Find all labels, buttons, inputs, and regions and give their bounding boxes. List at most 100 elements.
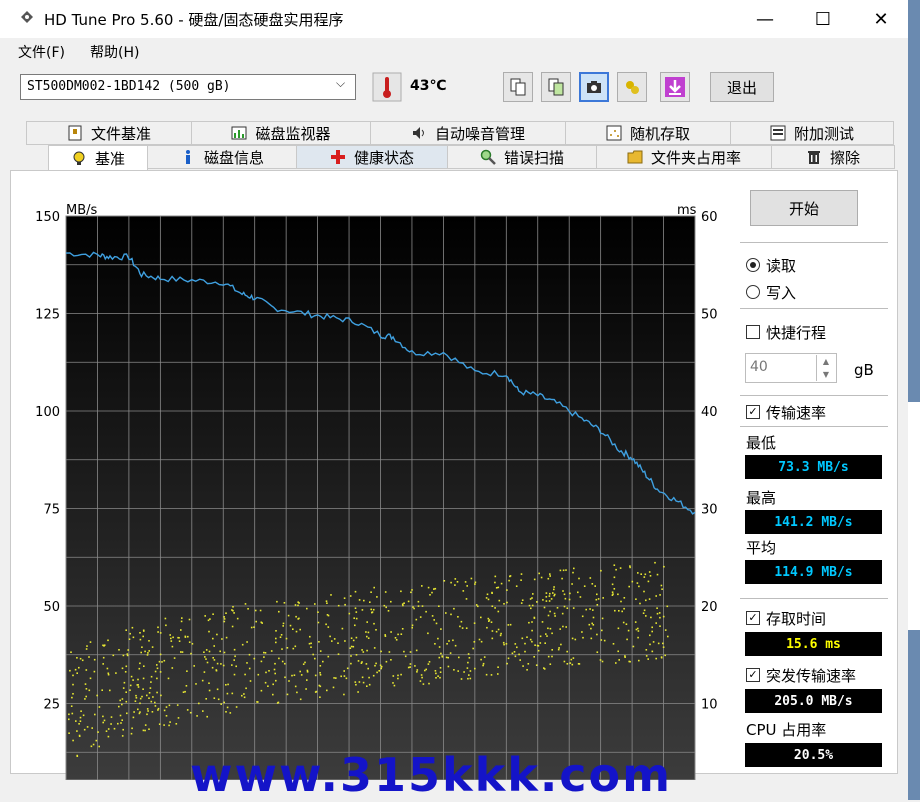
access-time-point	[121, 703, 123, 706]
access-time-point	[314, 674, 317, 677]
access-time-point	[643, 590, 645, 593]
minimize-button[interactable]: —	[736, 0, 794, 38]
access-time-point	[551, 632, 553, 635]
access-time-point	[83, 728, 86, 731]
access-time-point	[201, 679, 204, 682]
right-axis-ticks: 60 50 40 30 20 10	[701, 210, 718, 713]
access-time-point	[459, 625, 461, 628]
access-time-point	[602, 597, 604, 599]
read-radio[interactable]	[746, 258, 760, 272]
access-time-point	[376, 671, 378, 674]
menu-help[interactable]: 帮助(H)	[90, 42, 139, 62]
access-time-point	[195, 683, 197, 685]
lightbulb-icon	[73, 151, 85, 165]
access-time-point	[400, 633, 403, 635]
divider	[740, 426, 888, 427]
access-time-point	[395, 639, 398, 641]
tab-disk-monitor[interactable]: 磁盘监视器	[191, 121, 371, 145]
access-time-point	[505, 643, 508, 645]
save-button[interactable]	[660, 72, 690, 102]
chevron-down-icon[interactable]: ⌵	[336, 76, 345, 91]
access-time-point	[295, 615, 297, 618]
access-time-point	[435, 672, 437, 675]
access-time-point	[648, 571, 651, 573]
copy-text-button[interactable]	[503, 72, 533, 102]
access-time-point	[234, 655, 236, 658]
access-time-point	[225, 684, 227, 686]
access-time-point	[139, 711, 141, 713]
burst-rate-checkbox[interactable]: ✓	[746, 668, 760, 682]
desktop-background	[908, 0, 920, 800]
write-radio[interactable]	[746, 285, 760, 299]
access-time-point	[72, 674, 74, 677]
access-time-point	[371, 611, 374, 613]
close-button[interactable]: ✕	[852, 0, 910, 38]
transfer-rate-checkbox[interactable]: ✓	[746, 405, 760, 419]
short-stroke-checkbox[interactable]	[746, 325, 760, 339]
tab-benchmark[interactable]: 基准	[48, 145, 148, 171]
menu-file[interactable]: 文件(F)	[18, 42, 65, 62]
access-time-point	[365, 631, 367, 633]
access-time-point	[551, 655, 553, 658]
access-time-point	[357, 660, 360, 662]
access-time-point	[96, 694, 98, 697]
access-time-point	[620, 600, 622, 603]
access-time-point	[634, 621, 637, 623]
copy-info-button[interactable]	[541, 72, 571, 102]
tab-random-access[interactable]: 随机存取	[565, 121, 731, 145]
screenshot-button[interactable]	[579, 72, 609, 102]
tab-label: 附加测试	[793, 124, 854, 143]
access-time-point	[438, 656, 441, 659]
access-time-point	[354, 590, 357, 593]
access-time-point	[600, 569, 602, 572]
access-time-point	[494, 581, 496, 584]
access-time-point	[340, 675, 342, 678]
tab-health[interactable]: 健康状态	[296, 145, 448, 169]
access-time-point	[533, 656, 535, 658]
access-time-point	[97, 731, 99, 733]
tab-extra-tests[interactable]: 附加测试	[730, 121, 894, 145]
access-time-point	[170, 640, 173, 642]
access-time-point	[468, 657, 471, 659]
access-time-value: 15.6 ms	[745, 632, 882, 656]
access-time-point	[78, 734, 81, 737]
access-time-point	[165, 624, 167, 627]
exit-button[interactable]: 退出	[710, 72, 774, 102]
access-time-point	[485, 673, 488, 676]
tab-error-scan[interactable]: 错误扫描	[447, 145, 597, 169]
start-button[interactable]: 开始	[750, 190, 858, 226]
access-time-point	[497, 666, 499, 668]
access-time-point	[425, 610, 427, 613]
access-time-point	[550, 598, 553, 600]
access-time-point	[141, 695, 143, 698]
options-button[interactable]	[617, 72, 647, 102]
access-time-point	[76, 730, 78, 732]
tab-label: 健康状态	[353, 148, 414, 167]
access-time-point	[590, 637, 593, 640]
maximize-button[interactable]: ☐	[794, 0, 852, 38]
tab-aam[interactable]: 自动噪音管理	[370, 121, 566, 145]
access-time-point	[264, 681, 267, 684]
access-time-point	[638, 585, 640, 588]
access-time-point	[126, 712, 128, 715]
access-time-point	[577, 591, 579, 594]
access-time-point	[299, 698, 302, 701]
access-time-point	[291, 674, 293, 677]
access-time-point	[645, 599, 647, 602]
access-time-point	[229, 712, 232, 714]
access-time-point	[419, 616, 422, 618]
access-time-point	[126, 653, 129, 655]
access-time-point	[352, 645, 355, 648]
access-time-point	[569, 662, 572, 664]
access-time-point	[443, 580, 446, 582]
access-time-point	[352, 639, 355, 642]
spin-buttons[interactable]: ▲ ▼	[816, 355, 835, 381]
access-time-point	[520, 602, 523, 604]
tab-file-benchmark[interactable]: 文件基准	[26, 121, 192, 145]
tab-disk-info[interactable]: 磁盘信息	[147, 145, 297, 169]
tab-erase[interactable]: 擦除	[771, 145, 895, 169]
drive-select[interactable]: ST500DM002-1BD142 (500 gB)	[20, 74, 356, 100]
max-value: 141.2 MB/s	[745, 510, 882, 534]
tab-folder-usage[interactable]: 文件夹占用率	[596, 145, 772, 169]
access-time-checkbox[interactable]: ✓	[746, 611, 760, 625]
